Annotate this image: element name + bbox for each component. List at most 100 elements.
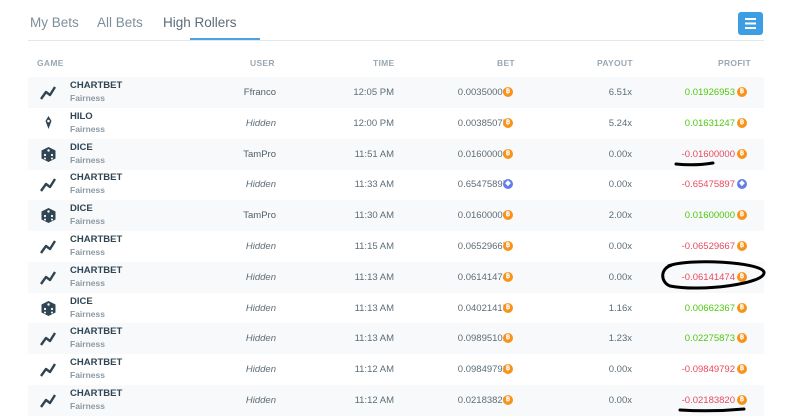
- bet-row[interactable]: CHARTBET Fairness Hidden 11:12 AM 0.0984…: [28, 354, 764, 385]
- bet-amount: 0.02183820: [457, 395, 508, 406]
- game-name[interactable]: CHARTBET: [70, 80, 122, 91]
- game-name[interactable]: CHARTBET: [70, 326, 122, 337]
- bet-profit: -0.06529667: [681, 241, 735, 252]
- bet-tabs: My Bets All Bets High Rollers: [28, 0, 764, 41]
- game-name[interactable]: CHARTBET: [70, 265, 122, 276]
- bet-row[interactable]: CHARTBET Fairness Ffranco 12:05 PM 0.003…: [28, 77, 764, 108]
- bet-amount: 0.01600000: [457, 210, 508, 222]
- btc-coin-icon: ฿: [503, 148, 513, 159]
- bet-profit: 0.02275873: [684, 333, 735, 345]
- bet-payout: 0.00x: [608, 395, 632, 406]
- game-name[interactable]: DICE: [70, 142, 93, 153]
- btc-coin-icon: ฿: [503, 395, 513, 405]
- bet-profit: 0.00662367: [684, 302, 735, 314]
- btc-coin-icon: ฿: [737, 364, 747, 375]
- bet-payout: 0.00x: [608, 179, 632, 191]
- bet-time: 11:12 AM: [354, 395, 394, 406]
- bet-row[interactable]: DICE Fairness TamPro 11:51 AM 0.01600000…: [28, 138, 764, 170]
- bet-time: 11:12 AM: [354, 364, 394, 376]
- bet-profit: 0.01631247: [684, 117, 735, 129]
- bet-row[interactable]: CHARTBET Fairness Hidden 11:12 AM 0.0218…: [28, 385, 764, 416]
- game-name[interactable]: CHARTBET: [70, 357, 122, 368]
- bet-row[interactable]: DICE Fairness Hidden 11:13 AM 0.04021415…: [28, 293, 764, 324]
- tab-high-rollers[interactable]: High Rollers: [163, 15, 237, 30]
- bet-user[interactable]: Ffranco: [244, 87, 276, 98]
- fairness-link[interactable]: Fairness: [70, 370, 105, 380]
- dice-icon: [40, 146, 57, 163]
- eth-coin-icon: ◆: [737, 179, 747, 190]
- bet-row[interactable]: HILO Fairness Hidden 12:00 PM 0.00385075…: [28, 108, 764, 139]
- bet-user: Hidden: [245, 302, 276, 314]
- btc-coin-icon: ฿: [737, 302, 747, 313]
- bet-row[interactable]: DICE Fairness TamPro 11:30 AM 0.01600000…: [28, 200, 764, 232]
- table-settings-button[interactable]: [738, 12, 763, 35]
- fairness-link[interactable]: Fairness: [70, 401, 105, 411]
- game-name[interactable]: CHARTBET: [70, 172, 122, 183]
- game-name[interactable]: DICE: [70, 296, 93, 307]
- fairness-link[interactable]: Fairness: [70, 185, 105, 195]
- fairness-link[interactable]: Fairness: [70, 247, 105, 257]
- bet-row[interactable]: CHARTBET Fairness Hidden 11:33 AM 0.6547…: [28, 169, 764, 200]
- bet-time: 11:15 AM: [354, 241, 394, 252]
- fairness-link[interactable]: Fairness: [70, 216, 105, 226]
- bet-time: 11:30 AM: [354, 210, 394, 222]
- game-name[interactable]: DICE: [70, 203, 93, 214]
- game-name[interactable]: CHARTBET: [70, 234, 122, 245]
- btc-coin-icon: ฿: [737, 87, 747, 97]
- bet-user: Hidden: [245, 395, 276, 406]
- bet-amount: 0.01600000: [457, 148, 508, 160]
- game-name[interactable]: CHARTBET: [70, 388, 122, 399]
- bet-amount: 0.00385075: [457, 117, 508, 129]
- btc-coin-icon: ฿: [503, 333, 513, 344]
- fairness-link[interactable]: Fairness: [70, 278, 105, 288]
- header-time: TIME: [373, 58, 395, 68]
- bet-payout: 6.51x: [608, 87, 632, 98]
- header-game: GAME: [37, 58, 64, 68]
- bet-row[interactable]: CHARTBET Fairness Hidden 11:13 AM 0.0614…: [28, 261, 764, 293]
- bet-user[interactable]: TamPro: [243, 149, 276, 160]
- header-bet: BET: [497, 58, 515, 68]
- fairness-link[interactable]: Fairness: [70, 155, 105, 165]
- bet-time: 12:05 PM: [353, 87, 394, 98]
- bet-payout: 0.00x: [608, 364, 632, 376]
- bet-row[interactable]: CHARTBET Fairness Hidden 11:15 AM 0.0652…: [28, 231, 764, 262]
- chart-line-icon: [40, 330, 57, 347]
- btc-coin-icon: ฿: [737, 333, 747, 344]
- btc-coin-icon: ฿: [503, 87, 513, 97]
- btc-coin-icon: ฿: [737, 210, 747, 221]
- btc-coin-icon: ฿: [503, 241, 513, 251]
- btc-coin-icon: ฿: [503, 302, 513, 313]
- bet-payout: 0.00x: [608, 271, 632, 283]
- bet-user: Hidden: [245, 241, 276, 252]
- chart-line-icon: [40, 392, 57, 409]
- bet-payout: 2.00x: [608, 210, 632, 222]
- fairness-link[interactable]: Fairness: [70, 309, 105, 319]
- bet-time: 12:00 PM: [353, 117, 394, 129]
- bet-amount: 0.06529667: [457, 241, 508, 252]
- bet-user: Hidden: [245, 333, 276, 345]
- bet-user[interactable]: TamPro: [243, 210, 276, 221]
- bet-time: 11:13 AM: [354, 302, 394, 314]
- btc-coin-icon: ฿: [503, 364, 513, 375]
- eth-coin-icon: ◆: [503, 179, 513, 190]
- fairness-link[interactable]: Fairness: [70, 124, 105, 134]
- tab-my-bets[interactable]: My Bets: [30, 15, 79, 30]
- bet-amount: 0.06141474: [457, 271, 508, 283]
- fairness-link[interactable]: Fairness: [70, 93, 105, 103]
- bet-user: Hidden: [245, 271, 276, 283]
- tab-all-bets[interactable]: All Bets: [97, 15, 143, 30]
- btc-coin-icon: ฿: [737, 395, 747, 405]
- chart-line-icon: [40, 361, 57, 378]
- bet-row[interactable]: CHARTBET Fairness Hidden 11:13 AM 0.0989…: [28, 323, 764, 355]
- bet-profit: -0.65475897: [681, 179, 735, 191]
- bet-profit: 0.01926953: [684, 87, 735, 98]
- btc-coin-icon: ฿: [737, 117, 747, 128]
- fairness-link[interactable]: Fairness: [70, 339, 105, 349]
- game-name[interactable]: HILO: [70, 111, 93, 122]
- bet-time: 11:13 AM: [354, 271, 394, 283]
- bet-profit: -0.06141474: [681, 271, 735, 283]
- header-payout: PAYOUT: [597, 58, 633, 68]
- bet-time: 11:33 AM: [354, 179, 394, 191]
- bet-payout: 1.23x: [608, 333, 632, 345]
- btc-coin-icon: ฿: [503, 117, 513, 128]
